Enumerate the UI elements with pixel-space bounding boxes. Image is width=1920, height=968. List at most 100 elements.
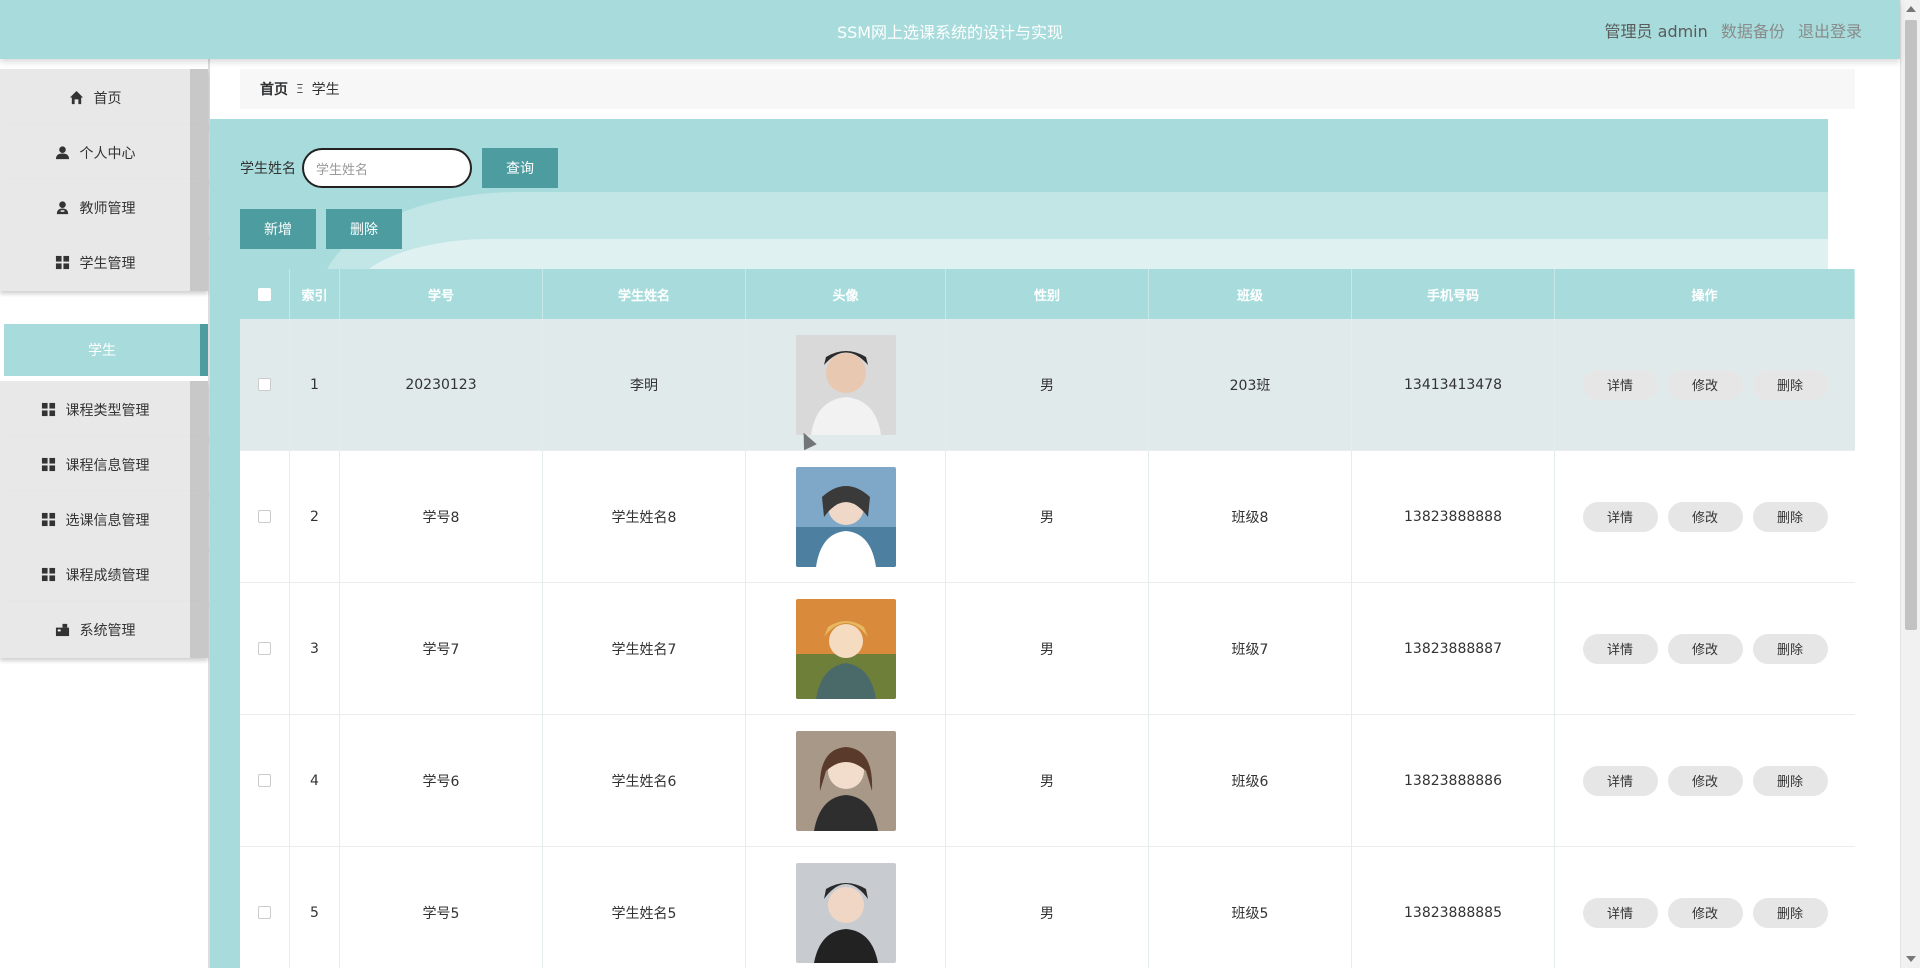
grid-icon: [41, 512, 55, 527]
row-actions: 详情 修改 删除: [1555, 319, 1855, 450]
avatar: [795, 598, 896, 699]
row-phone: 13413413478: [1352, 319, 1555, 450]
row-select[interactable]: [240, 583, 290, 714]
row-gender: 男: [946, 451, 1149, 582]
table-row: 3 学号7 学生姓名7 男 班级7 13823888887 详情 修改 删除: [240, 583, 1855, 715]
grid-icon: [41, 567, 55, 582]
row-index: 1: [290, 319, 340, 450]
delete-button[interactable]: 删除: [1752, 633, 1828, 664]
row-phone: 13823888888: [1352, 451, 1555, 582]
delete-button[interactable]: 删除: [1752, 897, 1828, 928]
avatar: [795, 466, 896, 567]
row-student-no: 学号8: [340, 451, 543, 582]
row-student-name: 学生姓名8: [543, 451, 746, 582]
row-select[interactable]: [240, 715, 290, 846]
row-checkbox[interactable]: [258, 906, 271, 919]
header-student-name: 学生姓名: [543, 269, 746, 319]
sidebar-item-label: 教师管理: [79, 200, 136, 217]
row-class: 班级7: [1149, 583, 1352, 714]
sidebar-item-students[interactable]: 学生管理: [0, 234, 208, 291]
row-index: 5: [290, 847, 340, 968]
header-phone: 手机号码: [1352, 269, 1555, 319]
sidebar-item-selection-info[interactable]: 选课信息管理: [0, 491, 208, 548]
breadcrumb-current: 学生: [311, 82, 340, 98]
system-icon: [55, 623, 69, 637]
sidebar-item-course-info[interactable]: 课程信息管理: [0, 436, 208, 493]
table-row: 2 学号8 学生姓名8 男 班级8 13823888888 详情 修改 删除: [240, 451, 1855, 583]
grid-icon: [41, 457, 55, 472]
student-name-input[interactable]: 学生姓名: [302, 148, 472, 188]
sidebar-item-label: 学生管理: [79, 255, 136, 272]
sidebar-item-profile[interactable]: 个人中心: [0, 124, 208, 181]
batch-delete-button[interactable]: 删除: [326, 209, 402, 249]
edit-button[interactable]: 修改: [1667, 897, 1743, 928]
row-checkbox[interactable]: [258, 774, 271, 787]
home-icon: [69, 90, 83, 105]
header-student-no: 学号: [340, 269, 543, 319]
top-header: SSM网上选课系统的设计与实现 管理员 admin 数据备份 退出登录: [0, 0, 1900, 59]
row-student-no: 20230123: [340, 319, 543, 450]
row-index: 3: [290, 583, 340, 714]
row-phone: 13823888885: [1352, 847, 1555, 968]
row-avatar-cell: [746, 847, 946, 968]
edit-button[interactable]: 修改: [1667, 765, 1743, 796]
sidebar-item-home[interactable]: 首页: [0, 69, 208, 126]
row-select[interactable]: [240, 451, 290, 582]
sidebar-item-grades[interactable]: 课程成绩管理: [0, 546, 208, 603]
row-phone: 13823888887: [1352, 583, 1555, 714]
add-button[interactable]: 新增: [240, 209, 316, 249]
edit-button[interactable]: 修改: [1667, 501, 1743, 532]
row-select[interactable]: [240, 847, 290, 968]
row-gender: 男: [946, 583, 1149, 714]
delete-button[interactable]: 删除: [1752, 369, 1828, 400]
action-bar: 新增 删除: [240, 209, 412, 249]
row-avatar-cell: [746, 583, 946, 714]
sidebar-item-label: 个人中心: [79, 145, 136, 162]
row-class: 班级6: [1149, 715, 1352, 846]
sidebar-item-label: 课程信息管理: [65, 457, 150, 474]
scroll-up-icon[interactable]: [1906, 6, 1916, 12]
row-index: 4: [290, 715, 340, 846]
student-table: 索引 学号 学生姓名 头像 性别 班级 手机号码 操作 1 20230123 李…: [240, 269, 1855, 968]
sidebar-subitem-student[interactable]: 学生: [4, 324, 208, 376]
row-checkbox[interactable]: [258, 378, 271, 391]
sidebar-item-label: 课程成绩管理: [65, 567, 150, 584]
sidebar-item-label: 选课信息管理: [65, 512, 150, 529]
breadcrumb: 首页 Ξ 学生: [240, 69, 1855, 109]
sidebar-item-teachers[interactable]: 教师管理: [0, 179, 208, 236]
teacher-icon: [56, 201, 68, 215]
row-actions: 详情 修改 删除: [1555, 451, 1855, 582]
row-checkbox[interactable]: [258, 510, 271, 523]
vertical-scrollbar[interactable]: [1900, 0, 1920, 968]
sidebar-item-label: 首页: [93, 90, 122, 107]
edit-button[interactable]: 修改: [1667, 369, 1743, 400]
search-button[interactable]: 查询: [482, 148, 558, 188]
sidebar-item-course-types[interactable]: 课程类型管理: [0, 381, 208, 438]
row-select[interactable]: [240, 319, 290, 450]
avatar: [795, 862, 896, 963]
logout-link[interactable]: 退出登录: [1798, 22, 1862, 41]
detail-button[interactable]: 详情: [1582, 897, 1658, 928]
row-actions: 详情 修改 删除: [1555, 583, 1855, 714]
detail-button[interactable]: 详情: [1582, 765, 1658, 796]
backup-link[interactable]: 数据备份: [1721, 22, 1785, 41]
row-actions: 详情 修改 删除: [1555, 715, 1855, 846]
row-gender: 男: [946, 847, 1149, 968]
delete-button[interactable]: 删除: [1752, 765, 1828, 796]
header-select-all[interactable]: [240, 269, 290, 319]
edit-button[interactable]: 修改: [1667, 633, 1743, 664]
detail-button[interactable]: 详情: [1582, 501, 1658, 532]
sidebar-item-system[interactable]: 系统管理: [0, 601, 208, 658]
grid-icon: [55, 255, 69, 270]
grid-icon: [41, 402, 55, 417]
detail-button[interactable]: 详情: [1582, 369, 1658, 400]
scroll-down-icon[interactable]: [1906, 956, 1916, 962]
scrollbar-thumb[interactable]: [1905, 20, 1917, 630]
row-checkbox[interactable]: [258, 642, 271, 655]
row-class: 班级5: [1149, 847, 1352, 968]
delete-button[interactable]: 删除: [1752, 501, 1828, 532]
detail-button[interactable]: 详情: [1582, 633, 1658, 664]
row-gender: 男: [946, 319, 1149, 450]
select-all-checkbox[interactable]: [258, 287, 271, 301]
breadcrumb-home[interactable]: 首页: [260, 79, 288, 99]
